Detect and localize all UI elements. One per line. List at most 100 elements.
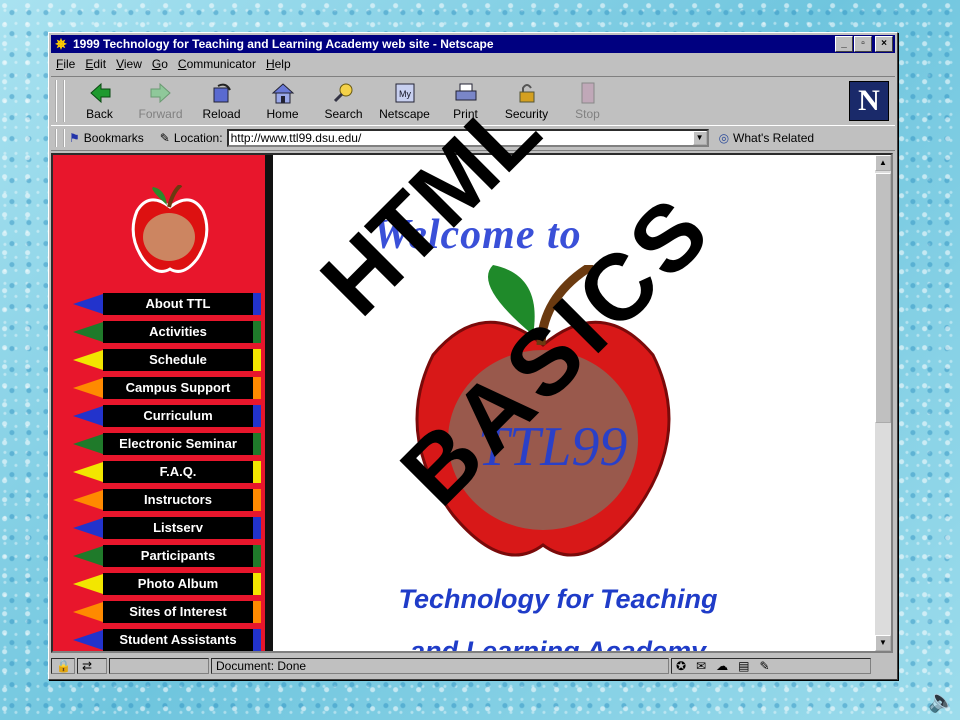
print-button[interactable]: Print <box>435 77 496 125</box>
netscape-logo[interactable]: N <box>849 81 889 121</box>
back-button[interactable]: Back <box>69 77 130 125</box>
nav-item[interactable]: F.A.Q. <box>67 459 265 487</box>
back-label: Back <box>86 107 113 121</box>
nav-item[interactable]: Instructors <box>67 487 265 515</box>
nav-item[interactable]: Sites of Interest <box>67 599 265 627</box>
reload-button[interactable]: Reload <box>191 77 252 125</box>
crayon-end <box>253 573 261 595</box>
netscape-button[interactable]: My Netscape <box>374 77 435 125</box>
url-dropdown-icon[interactable]: ▼ <box>692 131 707 145</box>
security-lock-icon <box>514 81 540 105</box>
nav-item-label: Campus Support <box>103 377 253 399</box>
stop-button[interactable]: Stop <box>557 77 618 125</box>
bookmarks-button[interactable]: ⚑ Bookmarks <box>69 131 144 145</box>
navigator-icon[interactable]: ✪ <box>676 659 686 673</box>
nav-menu: About TTL Activities Schedule Campus Sup… <box>67 291 265 651</box>
menu-bar: File Edit View Go Communicator Help <box>51 54 895 74</box>
crayon-end <box>253 377 261 399</box>
navigation-toolbar: Back Forward Reload Home Search My Netsc… <box>51 76 895 126</box>
menu-communicator[interactable]: Communicator <box>173 57 261 71</box>
search-button[interactable]: Search <box>313 77 374 125</box>
composer-icon[interactable]: ✎ <box>759 659 769 673</box>
nav-item[interactable]: Campus Support <box>67 375 265 403</box>
location-label-group: ✎ Location: <box>160 131 223 145</box>
nav-item[interactable]: About TTL <box>67 291 265 319</box>
nav-item[interactable]: Photo Album <box>67 571 265 599</box>
scroll-down-icon[interactable]: ▼ <box>875 635 891 651</box>
menu-view[interactable]: View <box>111 57 147 71</box>
forward-button[interactable]: Forward <box>130 77 191 125</box>
progress-bar <box>109 658 209 674</box>
home-button[interactable]: Home <box>252 77 313 125</box>
minimize-button[interactable]: _ <box>835 36 853 52</box>
reload-icon <box>209 81 235 105</box>
frame-divider[interactable] <box>265 155 273 651</box>
menu-go[interactable]: Go <box>147 57 173 71</box>
url-text: http://www.ttl99.dsu.edu/ <box>230 131 362 145</box>
nav-frame: About TTL Activities Schedule Campus Sup… <box>53 155 265 651</box>
mail-icon[interactable]: ✉ <box>696 659 706 673</box>
security-status-icon[interactable]: 🔒 <box>51 658 75 674</box>
vertical-scrollbar[interactable]: ▲ ▼ <box>875 155 891 651</box>
crayon-tip-icon <box>73 294 103 314</box>
crayon-tip-icon <box>73 378 103 398</box>
welcome-heading: Welcome to <box>373 212 582 258</box>
nav-item[interactable]: Schedule <box>67 347 265 375</box>
nav-item[interactable]: Activities <box>67 319 265 347</box>
crayon-end <box>253 629 261 651</box>
url-input[interactable]: http://www.ttl99.dsu.edu/ ▼ <box>226 129 709 147</box>
menu-file[interactable]: File <box>51 57 80 71</box>
maximize-button[interactable]: ▫ <box>854 36 872 52</box>
crayon-end <box>253 321 261 343</box>
apple-logo-image <box>131 185 209 273</box>
nav-item-label: Student Assistants <box>103 629 253 651</box>
crayon-end <box>253 517 261 539</box>
crayon-end <box>253 461 261 483</box>
app-star-icon: ✵ <box>55 36 67 52</box>
nav-item-label: Participants <box>103 545 253 567</box>
component-bar: ✪ ✉ ☁ ▤ ✎ <box>671 658 871 674</box>
window-title: 1999 Technology for Teaching and Learnin… <box>73 37 494 51</box>
nav-item-label: F.A.Q. <box>103 461 253 483</box>
toolbar-grip[interactable] <box>55 80 65 122</box>
nav-item[interactable]: Participants <box>67 543 265 571</box>
connection-icon: ⇄ <box>77 658 107 674</box>
my-netscape-icon: My <box>392 81 418 105</box>
crayon-tip-icon <box>73 518 103 538</box>
location-grip[interactable] <box>55 129 65 147</box>
stop-icon <box>575 81 601 105</box>
title-bar[interactable]: ✵ 1999 Technology for Teaching and Learn… <box>51 35 895 53</box>
crayon-tip-icon <box>73 574 103 594</box>
whats-related-icon: ◎ <box>718 131 730 145</box>
scroll-thumb[interactable] <box>875 173 891 423</box>
crayon-tip-icon <box>73 462 103 482</box>
content-frame: Welcome to TTL99 Technology for Teaching… <box>273 155 873 651</box>
nav-item[interactable]: Electronic Seminar <box>67 431 265 459</box>
crayon-end <box>253 489 261 511</box>
crayon-tip-icon <box>73 490 103 510</box>
nav-item[interactable]: Student Assistants <box>67 627 265 651</box>
address-book-icon[interactable]: ▤ <box>738 659 749 673</box>
menu-edit[interactable]: Edit <box>80 57 111 71</box>
crayon-tip-icon <box>73 546 103 566</box>
crayon-tip-icon <box>73 406 103 426</box>
print-label: Print <box>453 107 478 121</box>
whats-related-button[interactable]: ◎ What's Related <box>719 131 814 145</box>
speaker-icon[interactable]: 🔈 <box>928 688 956 718</box>
close-button[interactable]: × <box>875 36 893 52</box>
nav-item-label: Sites of Interest <box>103 601 253 623</box>
status-bar: 🔒 ⇄ Document: Done ✪ ✉ ☁ ▤ ✎ <box>51 657 895 675</box>
newsgroups-icon[interactable]: ☁ <box>716 659 728 673</box>
nav-item-label: Instructors <box>103 489 253 511</box>
location-label: Location: <box>173 131 223 145</box>
crayon-end <box>253 601 261 623</box>
menu-help[interactable]: Help <box>261 57 296 71</box>
scroll-up-icon[interactable]: ▲ <box>875 155 891 171</box>
nav-item[interactable]: Curriculum <box>67 403 265 431</box>
page-proxy-icon[interactable]: ✎ <box>160 131 170 145</box>
bookmarks-icon: ⚑ <box>69 131 80 145</box>
nav-item[interactable]: Listserv <box>67 515 265 543</box>
security-button[interactable]: Security <box>496 77 557 125</box>
crayon-tip-icon <box>73 434 103 454</box>
browser-window: ✵ 1999 Technology for Teaching and Learn… <box>48 32 898 680</box>
